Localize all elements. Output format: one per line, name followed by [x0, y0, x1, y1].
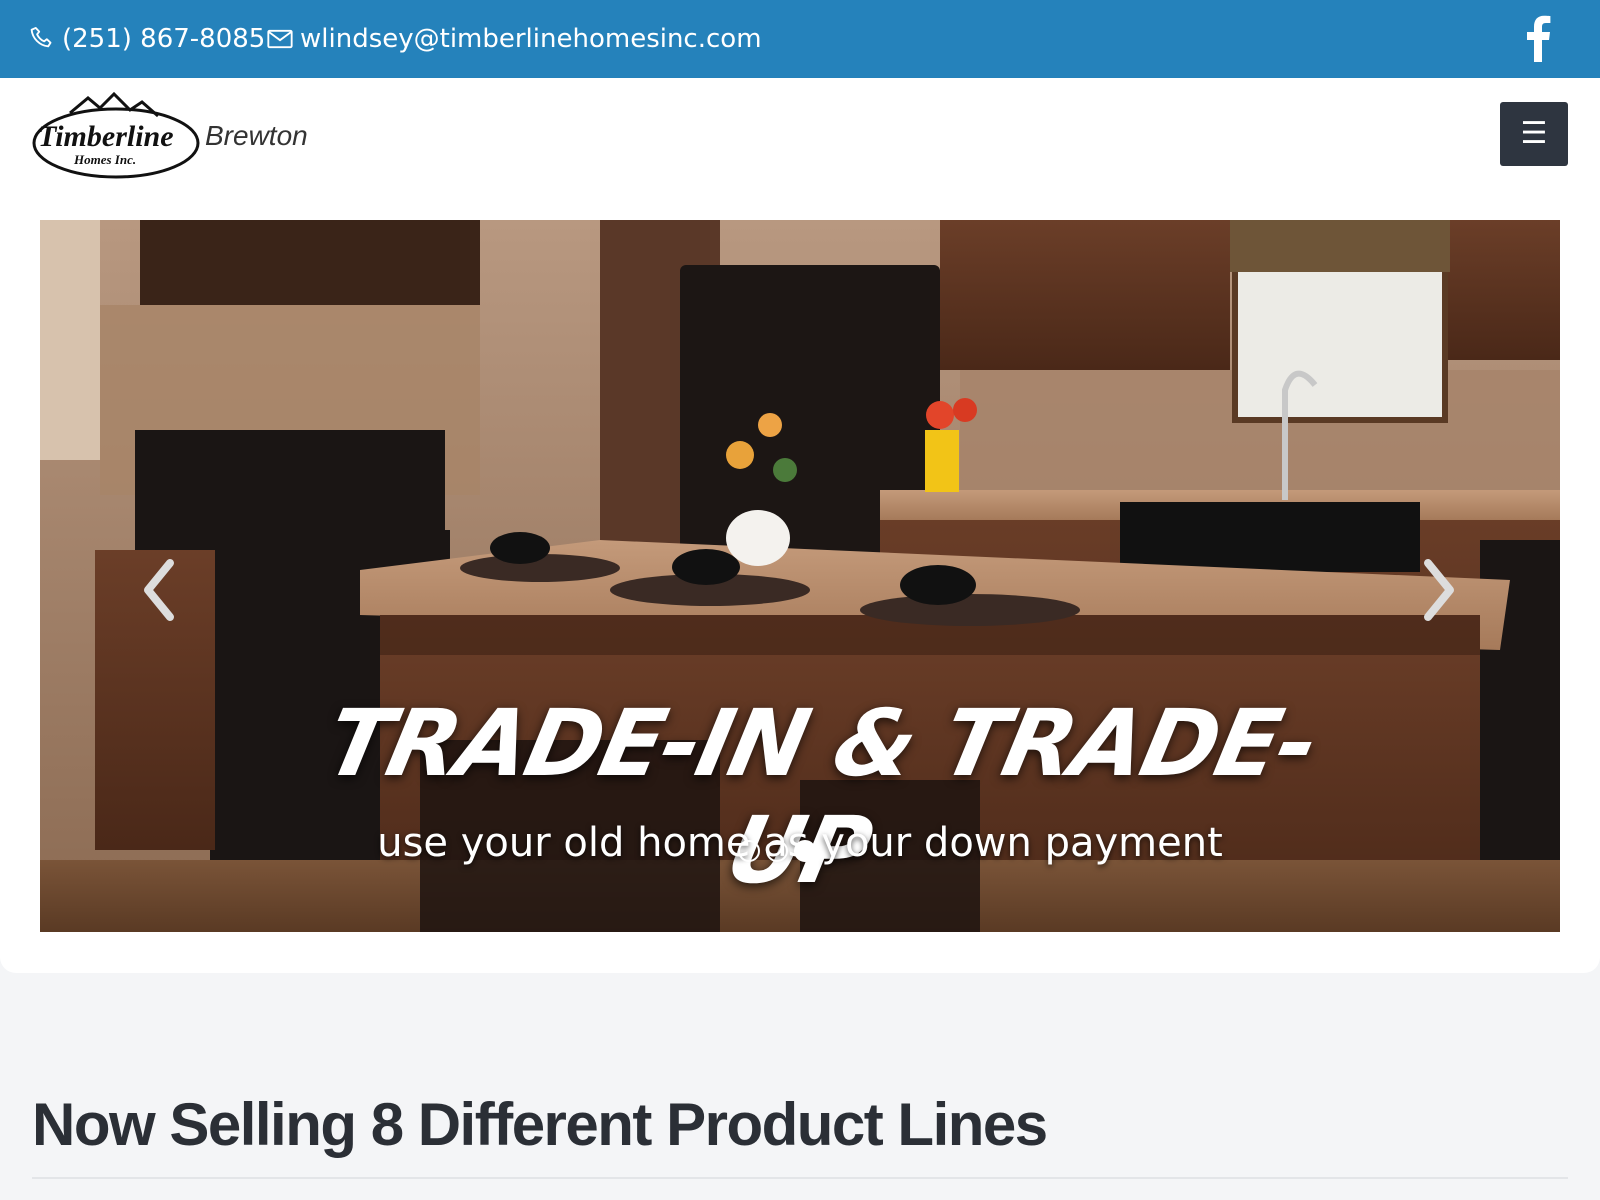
timberline-logo[interactable]: Timberline Homes Inc.: [30, 88, 205, 183]
hero-section: TRADE-IN & TRADE-UP use your old home as…: [0, 198, 1600, 973]
chevron-right-icon[interactable]: [1420, 555, 1460, 625]
email-link[interactable]: wlindsey@timberlinehomesinc.com: [266, 0, 762, 78]
svg-text:Homes Inc.: Homes Inc.: [73, 152, 136, 167]
location-name: Brewton: [205, 120, 308, 151]
email-address: wlindsey@timberlinehomesinc.com: [300, 24, 762, 54]
phone-link[interactable]: (251) 867-8085: [28, 0, 265, 78]
section-divider: [32, 1177, 1568, 1179]
envelope-icon: [267, 29, 293, 49]
phone-number: (251) 867-8085: [62, 24, 266, 54]
hamburger-icon: ☰: [1520, 116, 1548, 151]
section-title: Now Selling 8 Different Product Lines: [32, 1091, 1048, 1158]
hero-headline: TRADE-IN & TRADE-UP: [317, 690, 1326, 904]
slide-dot-1[interactable]: [738, 840, 760, 862]
site-header: Timberline Homes Inc. Brewton ☰: [0, 78, 1600, 198]
facebook-icon[interactable]: [1524, 12, 1552, 62]
menu-button[interactable]: ☰: [1500, 102, 1568, 166]
chevron-left-icon[interactable]: [138, 555, 178, 625]
slide-indicators: [738, 840, 816, 862]
svg-text:Timberline: Timberline: [38, 120, 174, 153]
hero-slider[interactable]: TRADE-IN & TRADE-UP use your old home as…: [40, 220, 1560, 932]
slide-dot-3[interactable]: [794, 840, 816, 862]
phone-icon: [30, 26, 52, 48]
top-contact-bar: (251) 867-8085 wlindsey@timberlinehomesi…: [0, 0, 1600, 78]
slide-dot-2[interactable]: [766, 840, 788, 862]
